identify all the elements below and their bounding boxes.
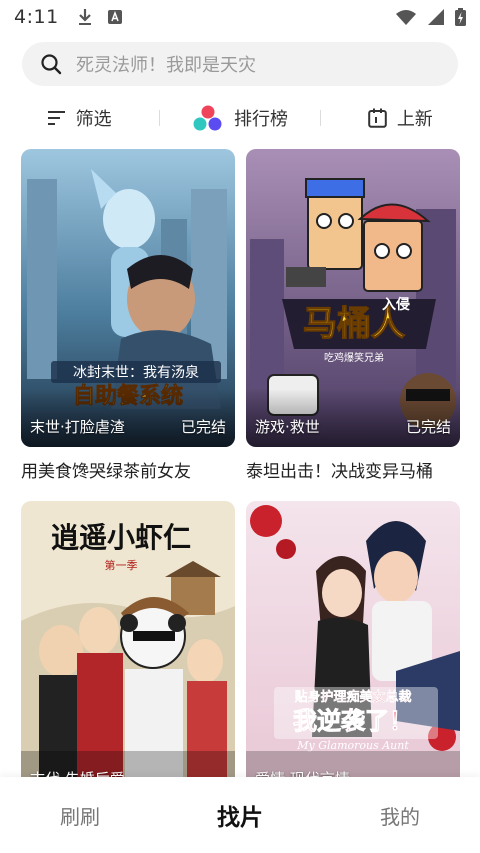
status-bar: 4:11 <box>0 0 480 34</box>
wifi-icon <box>396 10 416 25</box>
cover-tagline: 吃鸡爆笑兄弟 <box>324 351 384 364</box>
status-badge: 已完结 <box>405 418 451 436</box>
comic-cover[interactable]: 逍遥小虾仁 第一季 古代·先婚后爱 <box>21 501 235 799</box>
genre-tag: 游戏·救世 <box>255 418 320 436</box>
cover-title: 我逆袭了！ <box>293 707 413 735</box>
comic-title[interactable]: 泰坦出击！决战变异马桶 <box>246 457 460 482</box>
tab-wode[interactable]: 我的 <box>320 801 480 830</box>
search-bar[interactable]: 死灵法师！我即是天灾 <box>22 42 458 86</box>
calendar-icon <box>368 108 387 128</box>
filter-icon <box>47 111 65 125</box>
cover-subtitle: 贴身护理痴美女总裁 <box>294 689 411 705</box>
comic-cover[interactable]: 马桶人 入侵 吃鸡爆笑兄弟 游戏·救世 已完结 <box>246 149 460 447</box>
cover-subtitle: 第一季 <box>105 558 138 572</box>
cover-tagline: My Glamorous Aunt <box>296 739 409 752</box>
cover-illustration: 冰封末世：我有汤泉 自助餐系统 <box>21 149 235 447</box>
tab-zhaopian[interactable]: 找片 <box>160 798 320 832</box>
cover-illustration: 逍遥小虾仁 第一季 <box>21 501 235 799</box>
comic-cover[interactable]: 贴身护理痴美女总裁 我逆袭了！ My Glamorous Aunt 爱情·现代言… <box>246 501 460 799</box>
cover-subtitle: 入侵 <box>382 296 410 313</box>
ranking-label: 排行榜 <box>233 109 288 130</box>
new-releases-label: 上新 <box>396 109 433 130</box>
comic-card[interactable]: 贴身护理痴美女总裁 我逆袭了！ My Glamorous Aunt 爱情·现代言… <box>246 501 460 809</box>
cover-subtitle: 冰封末世：我有汤泉 <box>73 364 199 381</box>
comic-card[interactable]: 逍遥小虾仁 第一季 古代·先婚后爱 <box>21 501 235 809</box>
status-badge: 已完结 <box>180 418 226 436</box>
cover-illustration: 贴身护理痴美女总裁 我逆袭了！ My Glamorous Aunt <box>246 501 460 799</box>
genre-tag: 末世·打脸虐渣 <box>30 418 125 436</box>
new-releases-button[interactable]: 上新 <box>321 105 480 131</box>
comic-cover[interactable]: 冰封末世：我有汤泉 自助餐系统 末世·打脸虐渣 已完结 <box>21 149 235 447</box>
ranking-button[interactable]: 排行榜 <box>160 105 319 131</box>
battery-icon <box>455 8 466 26</box>
filter-row: 筛选 排行榜 上新 <box>0 96 480 140</box>
search-placeholder: 死灵法师！我即是天灾 <box>76 55 256 76</box>
cover-illustration: 马桶人 入侵 吃鸡爆笑兄弟 <box>246 149 460 447</box>
tab-shuashua[interactable]: 刷刷 <box>0 801 160 830</box>
ranking-icon <box>193 105 222 131</box>
bottom-nav: 刷刷 找片 我的 <box>0 777 480 853</box>
cover-title: 逍遥小虾仁 <box>51 521 191 554</box>
app-notification-icon <box>107 10 122 24</box>
signal-icon <box>428 9 444 25</box>
comic-card[interactable]: 冰封末世：我有汤泉 自助餐系统 末世·打脸虐渣 已完结 用美食馋哭绿茶前女友 <box>21 149 235 482</box>
filter-label: 筛选 <box>75 109 112 130</box>
comic-title[interactable]: 用美食馋哭绿茶前女友 <box>21 457 235 482</box>
search-icon <box>41 54 62 75</box>
filter-button[interactable]: 筛选 <box>0 105 159 131</box>
download-icon <box>78 9 91 25</box>
status-time: 4:11 <box>14 6 59 28</box>
comic-card[interactable]: 马桶人 入侵 吃鸡爆笑兄弟 游戏·救世 已完结 泰坦出击！决战变异马桶 <box>246 149 460 482</box>
